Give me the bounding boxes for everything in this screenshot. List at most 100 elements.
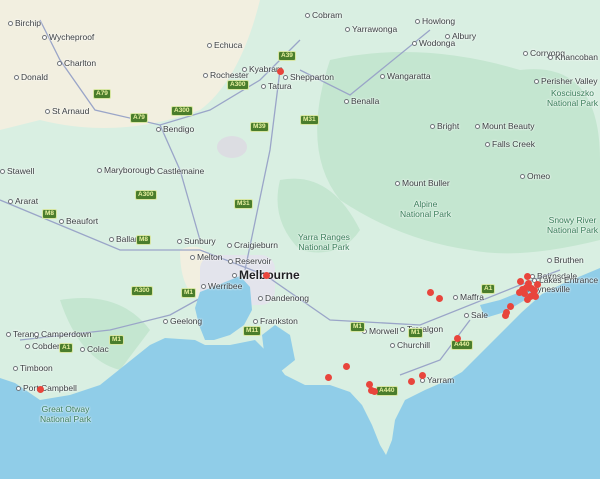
location-marker-icon[interactable] xyxy=(435,294,443,302)
location-marker-icon[interactable] xyxy=(516,277,524,285)
place-name: Mount Buller xyxy=(402,178,450,188)
place-label[interactable]: Wycheproof xyxy=(42,32,94,42)
park-label[interactable]: Great Otway National Park xyxy=(40,404,91,424)
place-label[interactable]: Cobram xyxy=(305,10,342,20)
place-name: Charlton xyxy=(64,58,97,68)
location-marker-icon[interactable] xyxy=(36,385,44,393)
map-labels: Birchip Wycheproof Charlton Donald St Arnaud… xyxy=(0,0,600,479)
place-label[interactable]: Mount Buller xyxy=(395,178,450,188)
place-name: Craigieburn xyxy=(234,240,278,250)
place-label[interactable]: Mount Beauty xyxy=(475,121,534,131)
town-dot-icon xyxy=(345,27,350,33)
place-label[interactable]: Churchill xyxy=(390,340,430,350)
park-label[interactable]: Yarra Ranges National Park xyxy=(298,232,350,252)
place-label[interactable]: Khancoban xyxy=(548,52,598,62)
place-label[interactable]: Cobden xyxy=(25,341,62,351)
place-name: Bright xyxy=(437,121,460,131)
town-dot-icon xyxy=(177,239,182,245)
park-label[interactable]: Kosciuszko National Park xyxy=(547,88,598,108)
location-marker-icon[interactable] xyxy=(506,302,514,310)
road-shield: A1 xyxy=(59,343,74,353)
place-name: Omeo xyxy=(527,171,551,181)
place-label[interactable]: Reservoir xyxy=(228,256,271,266)
place-name: Falls Creek xyxy=(492,139,535,149)
place-label[interactable]: Echuca xyxy=(207,40,242,50)
place-label[interactable]: Bruthen xyxy=(547,255,584,265)
place-name: Echuca xyxy=(214,40,243,50)
place-label[interactable]: St Arnaud xyxy=(45,106,89,116)
place-label[interactable]: Wodonga xyxy=(412,38,455,48)
place-label[interactable]: Falls Creek xyxy=(485,139,535,149)
location-marker-icon[interactable] xyxy=(418,371,426,379)
place-label[interactable]: Bright xyxy=(430,121,459,131)
place-label[interactable]: Benalla xyxy=(344,96,379,106)
place-label[interactable]: Stawell xyxy=(0,166,34,176)
place-label[interactable]: Camperdown xyxy=(34,329,92,339)
park-label[interactable]: Alpine National Park xyxy=(400,199,451,219)
road-shield: M8 xyxy=(136,235,152,245)
place-label[interactable]: Yarrawonga xyxy=(345,24,397,34)
place-name: Beaufort xyxy=(66,216,99,226)
place-label[interactable]: Sale xyxy=(464,310,488,320)
place-label[interactable]: Craigieburn xyxy=(227,240,278,250)
location-marker-icon[interactable] xyxy=(523,295,531,303)
place-label[interactable]: Bendigo xyxy=(156,124,194,134)
place-label[interactable]: Castlemaine xyxy=(150,166,204,176)
place-label[interactable]: Sunbury xyxy=(177,236,216,246)
location-marker-icon[interactable] xyxy=(262,271,270,279)
town-dot-icon xyxy=(520,174,525,180)
location-marker-icon[interactable] xyxy=(533,280,541,288)
place-label[interactable]: Maffra xyxy=(453,292,484,302)
town-dot-icon xyxy=(283,75,288,81)
place-label[interactable]: Timboon xyxy=(13,363,53,373)
location-marker-icon[interactable] xyxy=(515,288,523,296)
place-name: Birchip xyxy=(15,18,41,28)
place-label[interactable]: Frankston xyxy=(253,316,298,326)
place-label[interactable]: Charlton xyxy=(57,58,96,68)
place-name: Mount Beauty xyxy=(482,121,535,131)
location-marker-icon[interactable] xyxy=(523,272,531,280)
place-label[interactable]: Shepparton xyxy=(283,72,334,82)
road-shield: A300 xyxy=(227,80,249,90)
place-label[interactable]: Howlong xyxy=(415,16,455,26)
place-label[interactable]: Geelong xyxy=(163,316,202,326)
town-dot-icon xyxy=(80,347,85,353)
place-name: Colac xyxy=(87,344,109,354)
place-label[interactable]: Colac xyxy=(80,344,109,354)
place-label[interactable]: Birchip xyxy=(8,18,41,28)
place-name: Cobram xyxy=(312,10,343,20)
place-label[interactable]: Maryborough xyxy=(97,165,154,175)
location-marker-icon[interactable] xyxy=(324,373,332,381)
place-label[interactable]: Melton xyxy=(190,252,223,262)
town-dot-icon xyxy=(16,386,21,392)
place-label[interactable]: Omeo xyxy=(520,171,550,181)
place-label[interactable]: Werribee xyxy=(201,281,242,291)
location-marker-icon[interactable] xyxy=(407,377,415,385)
town-dot-icon xyxy=(163,319,168,325)
location-marker-icon[interactable] xyxy=(370,387,378,395)
location-marker-icon[interactable] xyxy=(522,283,530,291)
place-label[interactable]: Ararat xyxy=(8,196,38,206)
place-label[interactable]: Wangaratta xyxy=(380,71,431,81)
place-label[interactable]: Perisher Valley xyxy=(534,76,598,86)
location-marker-icon[interactable] xyxy=(502,308,510,316)
place-label[interactable]: Beaufort xyxy=(59,216,98,226)
town-dot-icon xyxy=(534,79,539,85)
place-label[interactable]: Donald xyxy=(14,72,48,82)
place-label[interactable]: Morwell xyxy=(362,326,398,336)
park-label[interactable]: Snowy River National Park xyxy=(547,215,598,235)
place-label[interactable]: Dandenong xyxy=(258,293,309,303)
place-label[interactable]: Rochester xyxy=(203,70,249,80)
location-marker-icon[interactable] xyxy=(453,334,461,342)
town-dot-icon xyxy=(13,366,18,372)
place-label[interactable]: Lakes Entrance xyxy=(532,275,598,285)
place-name: Port Campbell xyxy=(23,383,77,393)
place-label[interactable]: Port Campbell xyxy=(16,383,77,393)
location-marker-icon[interactable] xyxy=(342,362,350,370)
location-marker-icon[interactable] xyxy=(531,292,539,300)
location-marker-icon[interactable] xyxy=(276,67,284,75)
town-dot-icon xyxy=(109,237,114,243)
location-marker-icon[interactable] xyxy=(426,288,434,296)
road-shield: A440 xyxy=(451,340,473,350)
place-label[interactable]: Tatura xyxy=(261,81,292,91)
